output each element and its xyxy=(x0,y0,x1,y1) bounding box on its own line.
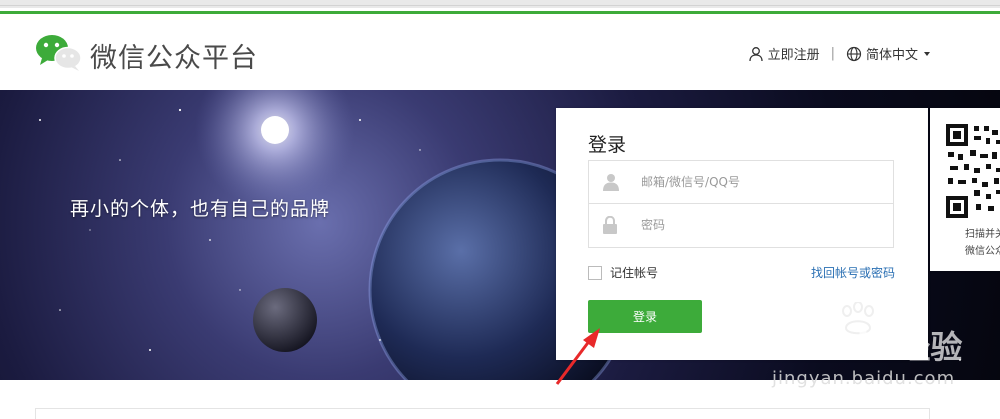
login-title: 登录 xyxy=(588,134,627,156)
qr-panel: 扫描并关 微信公众 xyxy=(930,108,1000,271)
register-link[interactable]: 立即注册 xyxy=(768,44,820,63)
password-input[interactable] xyxy=(641,204,881,246)
remember-account[interactable]: 记住帐号 xyxy=(588,264,658,281)
password-field[interactable] xyxy=(588,204,894,248)
lock-icon xyxy=(603,216,617,234)
qr-code[interactable] xyxy=(946,124,1000,218)
account-field[interactable] xyxy=(588,160,894,204)
forgot-password-link[interactable]: 找回帐号或密码 xyxy=(811,264,895,281)
login-card: 登录 记住帐号 找回帐号或密码 登录 xyxy=(556,108,928,360)
remember-label[interactable]: 记住帐号 xyxy=(610,264,658,281)
user-icon xyxy=(748,46,763,61)
site-title[interactable]: 微信公众平台 xyxy=(90,36,258,75)
wechat-logo-icon[interactable] xyxy=(34,32,84,72)
globe-icon xyxy=(846,46,862,61)
login-button[interactable]: 登录 xyxy=(588,300,702,333)
remember-checkbox[interactable] xyxy=(588,265,602,280)
language-select[interactable]: 简体中文 xyxy=(866,44,918,63)
nav-separator: | xyxy=(830,46,835,61)
user-silhouette-icon xyxy=(603,174,619,191)
header: 微信公众平台 立即注册 | 简体中文 xyxy=(0,14,1000,90)
qr-caption-line2: 微信公众 xyxy=(965,246,1000,257)
banner-slogan: 再小的个体，也有自己的品牌 xyxy=(70,198,331,220)
browser-chrome-strip xyxy=(0,0,1000,8)
header-nav: 立即注册 | 简体中文 xyxy=(748,44,930,63)
red-arrow-icon xyxy=(555,328,600,385)
qr-caption-line1: 扫描并关 xyxy=(965,229,1000,240)
caret-down-icon[interactable] xyxy=(924,51,930,56)
account-input[interactable] xyxy=(641,161,881,203)
